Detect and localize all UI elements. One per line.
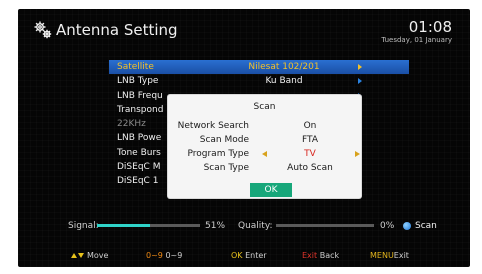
signal-bar bbox=[97, 224, 200, 227]
scan-mode-option[interactable]: Scan Mode FTA bbox=[168, 134, 361, 147]
arrow-left-icon[interactable] bbox=[262, 151, 267, 157]
footer-help-bar: Move 0~9 0~9 OK Enter Exit Back MENUExit bbox=[18, 249, 470, 263]
menu-item-value: Nilesat 102/201 bbox=[248, 62, 320, 72]
menu-item-lnb-type[interactable]: LNB Type Ku Band bbox=[109, 74, 409, 88]
network-search-option[interactable]: Network Search On bbox=[168, 120, 361, 133]
page-title: Antenna Setting bbox=[56, 21, 178, 39]
menu-exit-label: Exit bbox=[393, 251, 409, 260]
menu-item-label: LNB Powe bbox=[117, 133, 162, 144]
ok-button[interactable]: OK bbox=[250, 183, 292, 197]
tv-screen: Antenna Setting 01:08 Tuesday, 01 Januar… bbox=[18, 9, 470, 267]
footer-digits: 0~9 0~9 bbox=[146, 249, 182, 263]
footer-ok: OK Enter bbox=[231, 249, 267, 263]
option-value: TV bbox=[304, 149, 316, 159]
scan-dialog: Scan Network Search On Scan Mode FTA Pro… bbox=[168, 95, 361, 198]
signal-label: Signal: bbox=[68, 221, 99, 231]
menu-item-label: DiSEqC M bbox=[117, 162, 161, 173]
footer-exit: Exit Back bbox=[302, 249, 339, 263]
option-label: Network Search bbox=[177, 121, 249, 131]
ok-key: OK bbox=[231, 251, 243, 260]
dialog-title: Scan bbox=[253, 102, 276, 112]
option-value: Auto Scan bbox=[287, 163, 333, 173]
footer-menu: MENUExit bbox=[370, 249, 409, 263]
option-value: On bbox=[303, 121, 317, 131]
menu-item-label: Transpond bbox=[117, 104, 164, 115]
gear-icon bbox=[34, 21, 52, 39]
arrow-up-icon bbox=[71, 253, 77, 258]
option-label: Program Type bbox=[187, 149, 249, 159]
menu-item-label: 22KHz bbox=[117, 119, 146, 130]
menu-item-label: LNB Type bbox=[117, 76, 159, 87]
option-label: Scan Mode bbox=[199, 135, 249, 145]
back-label: Back bbox=[319, 251, 340, 260]
clock-date: Tuesday, 01 January bbox=[381, 36, 452, 44]
quality-label: Quality: bbox=[238, 221, 273, 231]
option-label: Scan Type bbox=[203, 163, 249, 173]
arrow-down-icon bbox=[78, 253, 84, 258]
menu-item-label: DiSEqC 1 bbox=[117, 176, 159, 187]
quality-percent: 0% bbox=[380, 221, 395, 231]
arrow-right-icon bbox=[358, 78, 362, 85]
signal-status: Signal: 51% Quality: 0% Scan bbox=[18, 219, 470, 233]
enter-label: Enter bbox=[245, 251, 267, 260]
scan-type-option[interactable]: Scan Type Auto Scan bbox=[168, 162, 361, 175]
program-type-option[interactable]: Program Type TV bbox=[168, 148, 361, 161]
signal-percent: 51% bbox=[205, 221, 226, 231]
menu-item-label: Tone Burs bbox=[117, 147, 161, 158]
arrow-right-icon[interactable] bbox=[355, 151, 360, 157]
menu-item-satellite[interactable]: Satellite Nilesat 102/201 bbox=[109, 60, 409, 75]
footer-move: Move bbox=[71, 249, 108, 263]
quality-bar bbox=[276, 224, 374, 227]
scan-indicator-icon bbox=[403, 222, 411, 230]
scan-label: Scan bbox=[415, 221, 437, 231]
signal-bar-fill bbox=[97, 224, 150, 227]
menu-item-label: Satellite bbox=[117, 62, 154, 72]
menu-item-label: LNB Frequ bbox=[117, 90, 163, 101]
menu-item-value: Ku Band bbox=[265, 76, 303, 87]
option-value: FTA bbox=[302, 135, 318, 145]
digits-key: 0~9 bbox=[146, 251, 163, 260]
arrow-right-icon bbox=[358, 64, 362, 70]
clock-time: 01:08 bbox=[408, 18, 452, 36]
exit-key: Exit bbox=[302, 251, 318, 260]
menu-key: MENU bbox=[370, 251, 394, 260]
header: Antenna Setting 01:08 Tuesday, 01 Januar… bbox=[18, 9, 470, 49]
move-label: Move bbox=[87, 251, 109, 260]
digits-label: 0~9 bbox=[165, 251, 183, 260]
